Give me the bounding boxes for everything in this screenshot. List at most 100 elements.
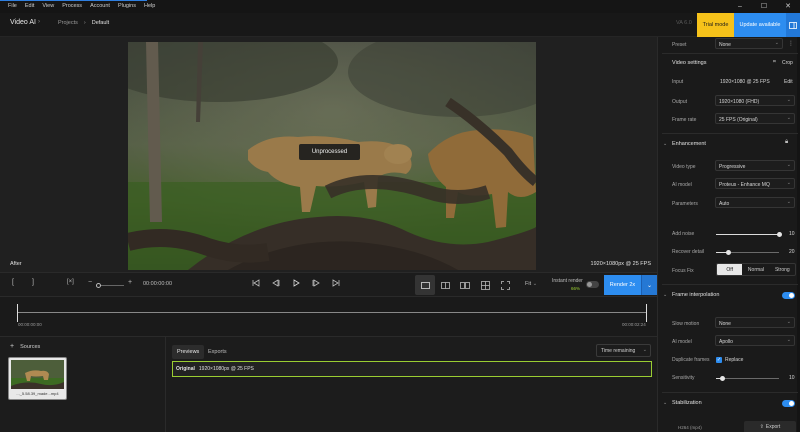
render-options-button[interactable]: ⌄ <box>641 275 657 295</box>
compare-grid-button[interactable] <box>475 275 495 295</box>
trial-mode-button[interactable]: Trial mode <box>697 13 734 37</box>
frame-rate-dropdown[interactable]: 25 FPS (Original) ⌄ <box>715 113 795 124</box>
split-view-button[interactable] <box>435 275 455 295</box>
maximize-button[interactable]: ☐ <box>752 0 776 13</box>
export-button[interactable]: ⇪ Export <box>744 421 796 432</box>
zoom-in-button[interactable]: + <box>128 279 132 286</box>
tab-previews[interactable]: Previews <box>172 345 205 359</box>
menu-account[interactable]: Account <box>86 0 114 13</box>
lock-icon[interactable]: 🔒︎ <box>785 139 788 146</box>
slow-motion-dropdown[interactable]: None ⌄ <box>715 317 795 328</box>
side-by-side-button[interactable] <box>455 275 475 295</box>
update-available-button[interactable]: Update available <box>734 13 786 37</box>
after-label: After <box>10 261 22 267</box>
breadcrumb-projects[interactable]: Projects <box>58 20 78 26</box>
recover-detail-value[interactable]: 20 <box>789 249 795 255</box>
fit-dropdown[interactable]: Fit ⌄ <box>525 281 537 287</box>
codec-label: H264 (mp4) <box>678 425 702 430</box>
video-type-dropdown[interactable]: Progressive ⌄ <box>715 160 795 171</box>
recover-detail-slider[interactable] <box>716 250 779 255</box>
edit-input-button[interactable]: Edit <box>784 79 793 85</box>
timeline-track[interactable] <box>17 312 647 313</box>
menu-file[interactable]: File <box>4 0 21 13</box>
chevron-down-icon: ⌄ <box>642 347 647 353</box>
mark-in-button[interactable]: [ <box>12 279 14 286</box>
timeline[interactable]: 00:00:00:00 00:00:02:24 <box>0 296 657 336</box>
fullscreen-button[interactable] <box>495 275 515 295</box>
stabilization-title[interactable]: Stabilization <box>672 400 702 406</box>
menubar-accent <box>0 0 147 1</box>
add-noise-knob[interactable] <box>776 232 782 237</box>
menu-process[interactable]: Process <box>58 0 86 13</box>
sort-select[interactable]: Time remaining ⌄ <box>596 344 651 357</box>
output-dropdown[interactable]: 1920×1080 (FHD) ⌄ <box>715 95 795 106</box>
close-window-button[interactable]: ✕ <box>776 0 800 13</box>
add-source-button[interactable]: + <box>10 343 14 350</box>
zoom-out-button[interactable]: − <box>88 279 92 286</box>
preview-list-item[interactable]: Original 1920×1080px @ 25 FPS <box>172 361 652 377</box>
bottom-panel: + Sources ..._5.58.39_made...mp4 Preview… <box>0 336 657 432</box>
skip-start-icon[interactable] <box>252 279 260 289</box>
crop-button[interactable]: Crop <box>782 60 793 66</box>
tab-exports[interactable]: Exports <box>203 345 232 359</box>
stabilization-toggle[interactable] <box>782 400 795 407</box>
replace-checkbox[interactable]: ✓ <box>716 357 722 363</box>
frame-interpolation-toggle[interactable] <box>782 292 795 299</box>
skip-end-icon[interactable] <box>332 279 340 289</box>
single-view-button[interactable] <box>415 275 435 295</box>
zoom-slider[interactable] <box>96 283 124 288</box>
play-icon[interactable] <box>292 279 300 289</box>
preset-dropdown[interactable]: None ⌄ <box>715 38 783 49</box>
sensitivity-knob[interactable] <box>719 376 725 381</box>
output-label: Output <box>672 99 688 105</box>
add-noise-slider[interactable] <box>716 232 782 237</box>
parameters-label: Parameters <box>672 201 698 207</box>
timeline-end-handle[interactable] <box>646 304 647 322</box>
frame-interpolation-title[interactable]: Frame interpolation <box>672 292 719 298</box>
menu-edit[interactable]: Edit <box>21 0 38 13</box>
menu-help[interactable]: Help <box>140 0 159 13</box>
interp-ai-model-dropdown[interactable]: Apollo ⌄ <box>715 335 795 346</box>
sources-title: Sources <box>20 343 41 350</box>
chevron-down-icon[interactable]: ⌄ <box>663 141 667 147</box>
add-noise-value[interactable]: 10 <box>789 231 795 237</box>
focus-fix-strong[interactable]: Strong <box>770 264 795 275</box>
focus-fix-off[interactable]: Off <box>717 264 743 275</box>
chevron-down-icon[interactable]: ⌄ <box>663 400 667 406</box>
panel-toggle-button[interactable] <box>786 13 800 37</box>
chevron-right-icon[interactable]: › <box>38 19 40 25</box>
playback-controls: [ ] [×] − + 00:00:00:00 Fit ⌄ Instant re… <box>0 272 657 296</box>
focus-fix-segmented: Off Normal Strong <box>716 263 796 276</box>
timeline-start-handle[interactable] <box>17 304 18 322</box>
preview-item-title: Original <box>176 366 195 372</box>
app-title[interactable]: Video AI <box>10 19 36 26</box>
crop-icon[interactable]: ⌗ <box>773 59 776 65</box>
sensitivity-slider[interactable] <box>716 376 779 381</box>
minimize-button[interactable]: – <box>728 0 752 13</box>
menu-view[interactable]: View <box>38 0 58 13</box>
recover-detail-knob[interactable] <box>726 250 732 255</box>
settings-panel: Preset None ⌄ ⋮ Video settings ⌗ Crop In… <box>657 37 800 432</box>
ai-model-dropdown[interactable]: Proteus - Enhance MQ ⌄ <box>715 178 795 189</box>
mark-out-button[interactable]: ] <box>32 279 34 286</box>
zoom-slider-knob[interactable] <box>96 283 101 288</box>
render-button[interactable]: Render 2x <box>604 275 641 295</box>
step-back-icon[interactable] <box>272 279 280 289</box>
parameters-dropdown[interactable]: Auto ⌄ <box>715 197 795 208</box>
focus-fix-normal[interactable]: Normal <box>742 264 769 275</box>
input-label: Input <box>672 79 684 85</box>
instant-render-toggle[interactable] <box>586 281 599 288</box>
ai-model-value: Proteus - Enhance MQ <box>719 181 770 188</box>
menu-plugins[interactable]: Plugins <box>114 0 140 13</box>
step-forward-icon[interactable] <box>312 279 320 289</box>
source-thumbnail[interactable]: ..._5.58.39_made...mp4 <box>8 357 67 400</box>
sensitivity-value[interactable]: 10 <box>789 375 795 381</box>
video-type-value: Progressive <box>719 163 746 170</box>
more-options-icon[interactable]: ⋮ <box>788 40 794 47</box>
trim-button[interactable]: [×] <box>67 279 74 285</box>
sources-header: + Sources <box>10 343 40 350</box>
enhancement-title[interactable]: Enhancement <box>672 141 706 147</box>
chevron-down-icon[interactable]: ⌄ <box>663 292 667 298</box>
breadcrumb-default[interactable]: Default <box>92 20 109 26</box>
ai-model-label: AI model <box>672 182 692 188</box>
